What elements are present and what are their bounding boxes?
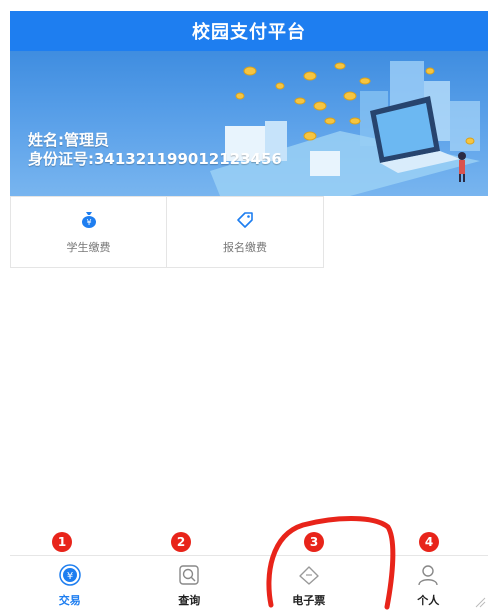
app-header: 校园支付平台 xyxy=(10,11,488,51)
annotation-badge-2: 2 xyxy=(171,532,191,552)
registration-payment-button[interactable]: 报名缴费 xyxy=(167,196,324,268)
svg-text:¥: ¥ xyxy=(86,218,91,227)
banner-illustration xyxy=(10,51,488,196)
registration-payment-label: 报名缴费 xyxy=(223,239,267,255)
tab-query-label: 查询 xyxy=(178,592,200,608)
yuan-coin-icon: ¥ xyxy=(58,564,82,590)
money-bag-icon: ¥ xyxy=(79,209,99,233)
bottom-tab-bar: ¥ 交易 查询 电子票 xyxy=(10,555,488,611)
page-title: 校园支付平台 xyxy=(192,18,306,44)
banner: 姓名:管理员 身份证号:341321199012123456 xyxy=(10,51,488,196)
tab-transaction[interactable]: ¥ 交易 xyxy=(10,556,130,611)
search-icon xyxy=(177,564,201,590)
user-id-number: 身份证号:341321199012123456 xyxy=(28,148,282,169)
tab-query[interactable]: 查询 xyxy=(130,556,250,611)
person-icon xyxy=(416,564,440,590)
app-screen: 校园支付平台 xyxy=(10,0,488,610)
annotation-badge-1: 1 xyxy=(52,532,72,552)
svg-text:¥: ¥ xyxy=(67,571,73,582)
student-payment-label: 学生缴费 xyxy=(67,239,111,255)
tag-icon xyxy=(235,209,255,233)
tab-personal-label: 个人 xyxy=(417,592,439,608)
annotation-circle xyxy=(263,515,403,610)
student-payment-button[interactable]: ¥ 学生缴费 xyxy=(10,196,167,268)
service-grid: ¥ 学生缴费 报名缴费 xyxy=(10,196,326,269)
annotation-badge-4: 4 xyxy=(419,532,439,552)
resize-handle-icon[interactable] xyxy=(474,596,486,608)
tab-transaction-label: 交易 xyxy=(59,592,81,608)
user-name: 姓名:管理员 xyxy=(28,129,109,150)
